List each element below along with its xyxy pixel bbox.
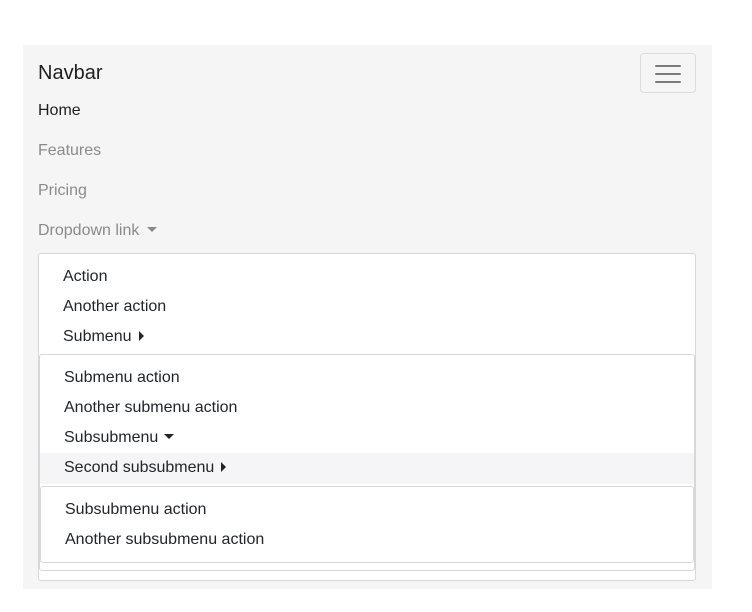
submenu-item-label: Second subsubmenu <box>64 459 215 476</box>
hamburger-icon-bar <box>655 73 681 75</box>
nav-link-label: Pricing <box>38 182 87 199</box>
navbar-toggler-button[interactable] <box>640 53 696 93</box>
nav-link-home[interactable]: Home <box>38 102 81 120</box>
submenu-item-another-action[interactable]: Another submenu action <box>64 399 237 417</box>
nav-link-pricing[interactable]: Pricing <box>38 182 87 200</box>
nav-link-features[interactable]: Features <box>38 142 101 160</box>
submenu: Submenu action Another submenu action Su… <box>39 354 695 571</box>
submenu-item-action[interactable]: Submenu action <box>64 369 180 387</box>
caret-down-icon <box>164 434 175 440</box>
caret-down-icon <box>147 227 158 233</box>
caret-right-icon <box>138 330 144 341</box>
dropdown-item-submenu[interactable]: Submenu <box>63 328 144 346</box>
dropdown-item-action[interactable]: Action <box>63 268 107 286</box>
dropdown-item-another-action[interactable]: Another action <box>63 298 166 316</box>
hamburger-icon-bar <box>655 81 681 83</box>
nav-link-label: Home <box>38 102 81 119</box>
submenu-item-subsubmenu[interactable]: Subsubmenu <box>64 429 175 447</box>
nav-link-label: Dropdown link <box>38 222 140 239</box>
navbar-brand[interactable]: Navbar <box>38 62 102 85</box>
nav-link-dropdown[interactable]: Dropdown link <box>38 222 158 240</box>
caret-right-icon <box>221 461 227 472</box>
dropdown-menu: Action Another action Submenu Submenu ac… <box>38 253 696 581</box>
dropdown-item-label: Submenu <box>63 328 132 345</box>
navbar: Navbar Home Features Pricing Dropdown li… <box>23 45 712 589</box>
subsubmenu-item-another-action[interactable]: Another subsubmenu action <box>65 531 264 549</box>
nav-link-label: Features <box>38 142 102 159</box>
subsubmenu-item-action[interactable]: Subsubmenu action <box>65 501 206 519</box>
subsubmenu: Subsubmenu action Another subsubmenu act… <box>40 486 694 563</box>
submenu-item-second-subsubmenu[interactable]: Second subsubmenu <box>40 453 694 484</box>
hamburger-icon <box>655 65 681 67</box>
submenu-item-label: Subsubmenu <box>64 429 159 446</box>
